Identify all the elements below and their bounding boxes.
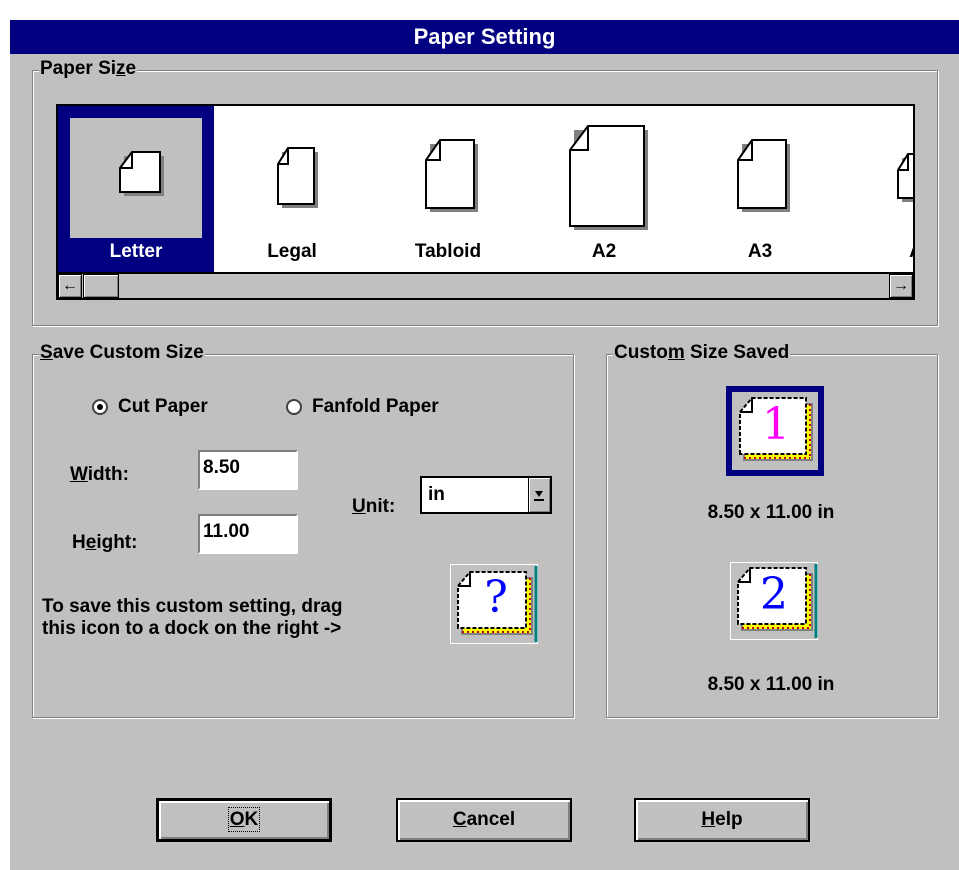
paper-item-label: Legal [267, 241, 317, 262]
custom-size-saved-legend: Custom Size Saved [613, 342, 791, 364]
help-button-label: Help [701, 809, 743, 830]
paper-setting-dialog: Paper Setting Paper Size Letter Legal Ta… [10, 20, 959, 870]
letter-page-icon [70, 118, 202, 238]
paper-item-label: A [838, 239, 913, 265]
drag-instruction-line1: To save this custom setting, drag [42, 596, 343, 617]
radio-unselected-icon [286, 399, 302, 415]
radio-selected-icon [92, 399, 108, 415]
height-label: Height: [72, 532, 138, 553]
arrow-left-icon: ← [62, 277, 78, 294]
chevron-down-icon [534, 491, 544, 501]
dock-1[interactable]: 1 [726, 386, 824, 476]
custom-size-drag-icon[interactable]: ? [450, 564, 538, 644]
height-field[interactable]: 11.00 [198, 514, 298, 554]
paper-item-tabloid[interactable]: Tabloid [370, 106, 526, 272]
dock-2-caption: 8.50 x 11.00 in [707, 674, 835, 695]
dock-1-number: 1 [762, 399, 790, 450]
unit-label: Unit: [352, 496, 396, 517]
paper-item-legal[interactable]: Legal [214, 106, 370, 272]
ok-button[interactable]: OK [156, 798, 332, 842]
width-field[interactable]: 8.50 [198, 450, 298, 490]
question-mark-icon: ? [484, 572, 508, 623]
tabloid-page-icon [382, 118, 514, 238]
unit-select-value: in [428, 484, 445, 505]
arrow-right-icon: → [893, 277, 909, 294]
drag-instruction-line2: this icon to a dock on the right -> [42, 618, 342, 639]
paper-list-scrollbar[interactable]: ← → [58, 272, 913, 298]
a3-page-icon [694, 118, 826, 238]
paper-item-a4[interactable]: A [838, 106, 913, 272]
cancel-button-label: Cancel [452, 809, 516, 830]
a2-page-icon [538, 118, 670, 238]
dock-2-number: 2 [760, 569, 788, 620]
paper-item-letter[interactable]: Letter [58, 106, 214, 272]
paper-size-list[interactable]: Letter Legal Tabloid A2 A3 ← → [56, 104, 915, 300]
save-custom-size-legend: Save Custom Size [39, 342, 205, 364]
dialog-title-bar[interactable]: Paper Setting [10, 20, 959, 54]
paper-item-label: A2 [591, 241, 617, 262]
help-button[interactable]: Help [634, 798, 810, 842]
paper-item-a2[interactable]: A2 [526, 106, 682, 272]
dock-2[interactable]: 2 [730, 562, 818, 640]
scroll-thumb[interactable] [83, 274, 119, 298]
width-label: Width: [70, 464, 129, 485]
ok-button-label: OK [227, 807, 261, 832]
scroll-left-button[interactable]: ← [58, 274, 82, 298]
paper-item-label: A3 [747, 241, 773, 262]
paper-item-label: Tabloid [414, 241, 482, 262]
drag-instruction: To save this custom setting, drag this i… [42, 596, 343, 640]
radio-cut-paper[interactable]: Cut Paper [92, 396, 208, 418]
dock-1-caption: 8.50 x 11.00 in [707, 502, 835, 523]
dock-1-icon: 1 [732, 392, 818, 470]
paper-item-label: Letter [109, 241, 163, 262]
cancel-button[interactable]: Cancel [396, 798, 572, 842]
dialog-title: Paper Setting [413, 24, 556, 49]
scroll-right-button[interactable]: → [889, 274, 913, 298]
radio-cut-paper-label: Cut Paper [118, 396, 208, 417]
radio-fanfold-paper-label: Fanfold Paper [312, 396, 439, 417]
a4-page-icon [850, 118, 913, 238]
paper-size-legend: Paper Size [39, 58, 138, 80]
unit-select[interactable]: in [420, 476, 552, 514]
unit-dropdown-button[interactable] [528, 478, 550, 512]
radio-fanfold-paper[interactable]: Fanfold Paper [286, 396, 439, 418]
paper-item-a3[interactable]: A3 [682, 106, 838, 272]
legal-page-icon [226, 118, 358, 238]
